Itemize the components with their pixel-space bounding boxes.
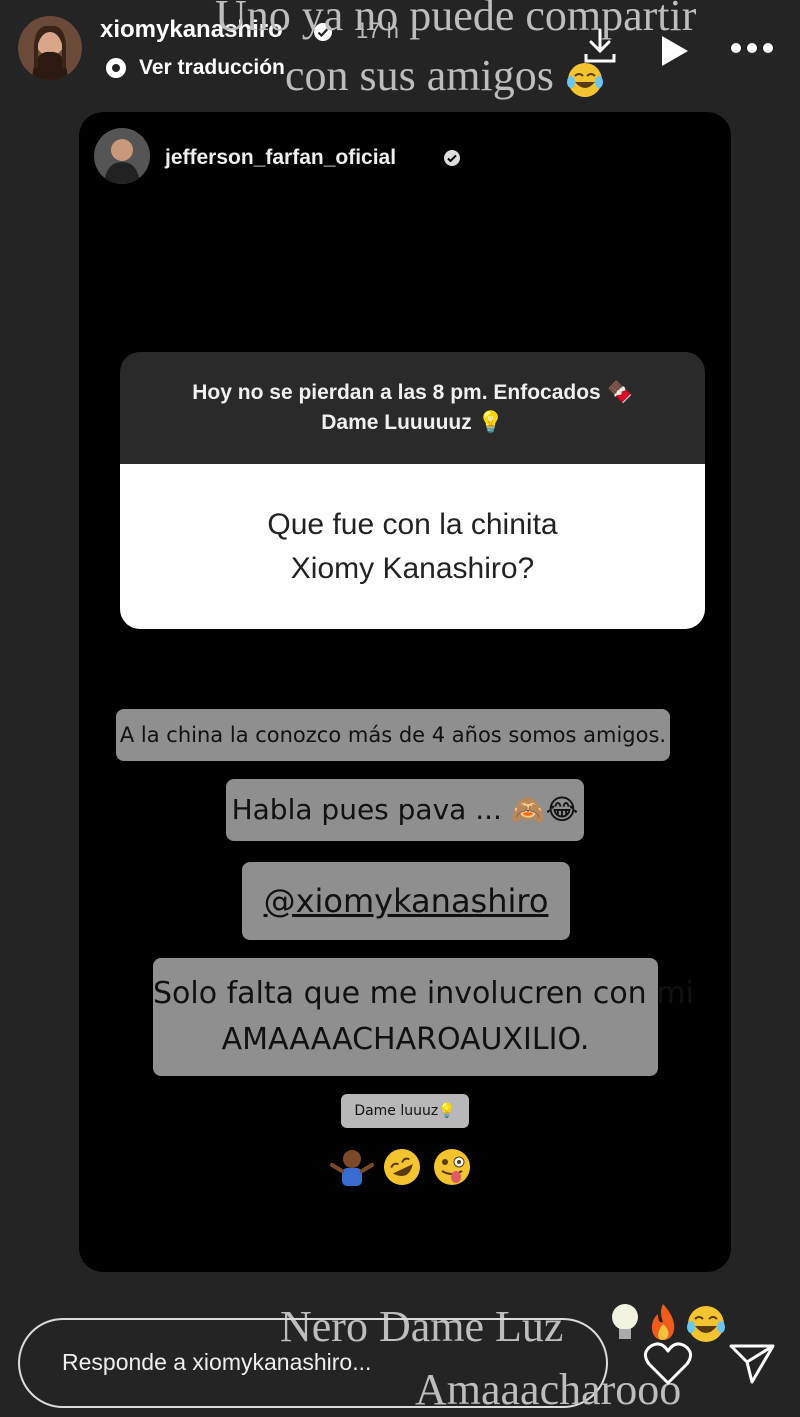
shared-username[interactable]: jefferson_farfan_oficial	[165, 146, 396, 170]
mention-link[interactable]: @xiomykanashiro	[242, 862, 570, 940]
translate-label: Ver traducción	[139, 56, 285, 79]
overlay-text-bottom-2: Amaaacharooo	[415, 1365, 682, 1414]
download-icon[interactable]	[580, 26, 620, 66]
bulb-emoji: 💡	[477, 411, 504, 434]
shared-avatar[interactable]	[94, 128, 150, 184]
verified-icon	[443, 149, 461, 167]
caption-5: Dame luuuz💡	[341, 1094, 469, 1128]
bulb-emoji	[612, 1304, 638, 1339]
more-options-icon[interactable]	[728, 40, 776, 56]
question-text: Que fue con la chinita Xiomy Kanashiro?	[120, 464, 705, 629]
rofl-emoji	[384, 1149, 420, 1185]
caption-2: Habla pues pava ... 🙈😂	[226, 779, 584, 841]
overlay-text-top-1: Uno ya no puede compartir	[215, 0, 697, 40]
chocolate-emoji: 🍫	[606, 381, 633, 404]
caption-1: A la china la conozco más de 4 años somo…	[116, 709, 670, 761]
question-prompt: Hoy no se pierdan a las 8 pm. Enfocados …	[120, 352, 705, 464]
caption-4: Solo falta que me involucren con mi AMAA…	[153, 958, 694, 1076]
overlay-emojis	[608, 1302, 728, 1346]
fire-emoji	[651, 1304, 675, 1340]
emoji-row	[330, 1142, 480, 1192]
overlay-text-top-2: con sus amigos	[285, 52, 605, 100]
send-icon[interactable]	[728, 1340, 776, 1386]
question-sticker: Hoy no se pierdan a las 8 pm. Enfocados …	[120, 352, 705, 629]
play-icon[interactable]	[658, 34, 690, 68]
story-avatar[interactable]	[18, 16, 82, 80]
tears-of-joy-emoji	[687, 1306, 725, 1342]
translate-link[interactable]: Ver traducción	[105, 56, 285, 80]
heart-icon[interactable]	[643, 1341, 693, 1387]
translate-icon	[106, 58, 126, 78]
shrug-emoji	[330, 1150, 374, 1186]
winking-tongue-emoji	[434, 1149, 470, 1185]
reply-placeholder: Responde a xiomykanashiro...	[62, 1349, 372, 1375]
